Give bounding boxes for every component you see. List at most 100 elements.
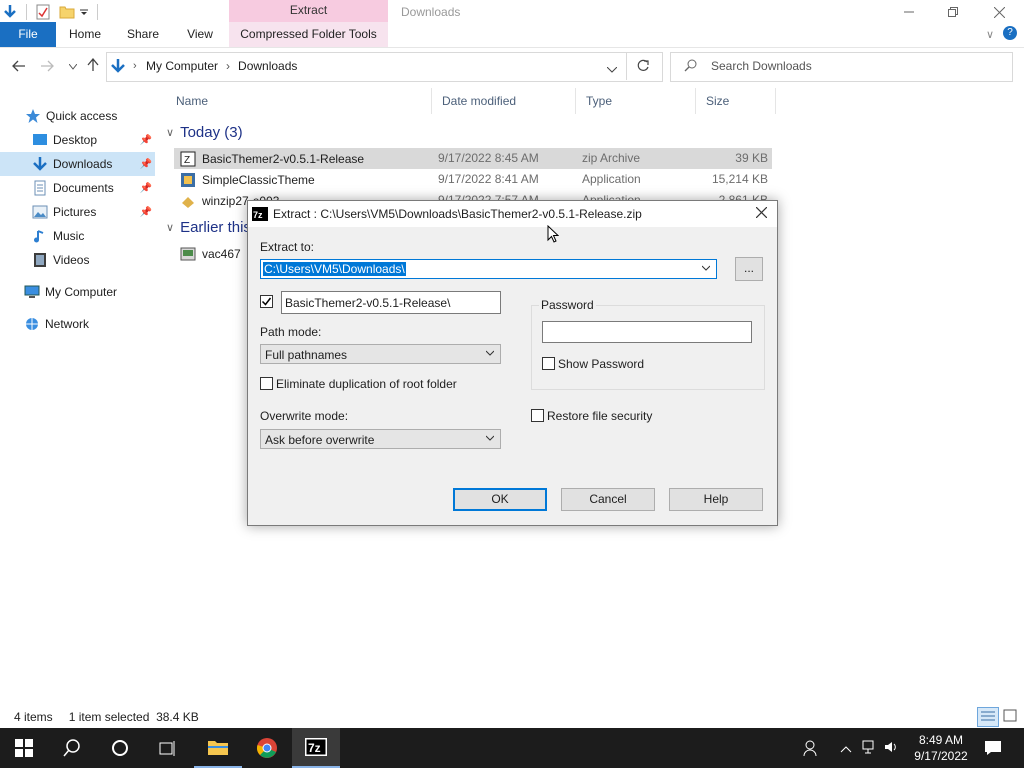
details-view-icon[interactable] — [977, 707, 999, 727]
expand-ribbon-icon[interactable]: ∨ — [986, 28, 994, 41]
people-icon[interactable] — [803, 739, 819, 760]
clock-time: 8:49 AM — [918, 733, 964, 747]
subfolder-value: BasicThemer2-v0.5.1-Release\ — [285, 296, 451, 310]
subfolder-checkbox[interactable] — [260, 295, 273, 308]
7zip-taskbar-button[interactable]: 7z — [292, 728, 340, 768]
cortana-button[interactable] — [96, 728, 144, 768]
refresh-icon[interactable] — [636, 59, 650, 76]
search-icon — [63, 739, 80, 757]
breadcrumb: My Computer › Downloads — [146, 59, 297, 73]
customize-qat-icon[interactable] — [79, 4, 89, 20]
application-icon — [180, 246, 196, 262]
sidebar-item-label: Pictures — [53, 205, 97, 219]
sidebar-item-downloads[interactable]: Downloads 📌 — [0, 152, 155, 176]
column-header-size[interactable]: Size — [696, 88, 776, 114]
tab-file[interactable]: File — [0, 22, 56, 47]
tab-share[interactable]: Share — [120, 22, 166, 47]
start-button[interactable] — [0, 728, 48, 768]
sidebar-item-label: Documents — [53, 181, 114, 195]
restore-icon — [948, 7, 958, 17]
column-headers: Name Date modified Type Size — [166, 88, 778, 114]
file-explorer-taskbar-button[interactable] — [194, 728, 242, 768]
installer-icon — [180, 193, 196, 209]
breadcrumb-item-my-computer[interactable]: My Computer — [146, 59, 218, 73]
taskbar-clock[interactable]: 8:49 AM 9/17/2022 — [906, 732, 976, 764]
desktop-icon — [32, 132, 48, 148]
task-view-icon — [159, 741, 175, 756]
restore-security-label: Restore file security — [547, 409, 653, 423]
group-header-today[interactable]: ∨ Today (3) — [166, 124, 243, 141]
notifications-icon[interactable] — [984, 740, 1002, 759]
file-date: 9/17/2022 8:41 AM — [438, 172, 539, 186]
browse-button[interactable]: ... — [735, 257, 763, 281]
help-icon[interactable]: ? — [1003, 26, 1017, 40]
file-row[interactable]: Z BasicThemer2-v0.5.1-Release 9/17/2022 … — [174, 148, 772, 169]
restore-security-checkbox[interactable] — [531, 409, 544, 422]
sidebar-item-documents[interactable]: Documents 📌 — [0, 176, 155, 200]
chrome-taskbar-button[interactable] — [243, 728, 291, 768]
dialog-title: Extract : C:\Users\VM5\Downloads\BasicTh… — [273, 207, 642, 221]
volume-icon[interactable] — [884, 740, 900, 757]
pin-icon: 📌 — [139, 182, 152, 194]
address-dropdown-icon[interactable] — [606, 62, 618, 76]
tab-view[interactable]: View — [178, 22, 222, 47]
file-row[interactable]: vac467 — [174, 243, 244, 264]
eliminate-duplication-checkbox[interactable] — [260, 377, 273, 390]
large-icons-view-icon[interactable] — [1000, 707, 1020, 725]
dialog-close-button[interactable] — [750, 204, 772, 224]
group-label: Earlier this — [180, 219, 251, 236]
restore-button[interactable] — [930, 0, 976, 24]
group-header-earlier[interactable]: ∨ Earlier this — [166, 219, 251, 236]
column-header-type[interactable]: Type — [576, 88, 696, 114]
task-view-button[interactable] — [144, 728, 192, 768]
ok-button[interactable]: OK — [453, 488, 547, 511]
sidebar-item-pictures[interactable]: Pictures 📌 — [0, 200, 155, 224]
cortana-icon — [112, 740, 128, 756]
help-button[interactable]: Help — [669, 488, 763, 511]
sidebar-item-videos[interactable]: Videos — [0, 248, 155, 272]
documents-icon — [32, 180, 48, 196]
path-mode-select[interactable]: Full pathnames — [260, 344, 501, 364]
subfolder-field[interactable]: BasicThemer2-v0.5.1-Release\ — [281, 291, 501, 314]
properties-icon[interactable] — [35, 4, 51, 20]
up-arrow-icon[interactable] — [84, 57, 102, 76]
pin-icon: 📌 — [139, 158, 152, 170]
forward-arrow-icon[interactable] — [38, 58, 56, 76]
new-folder-icon[interactable] — [59, 4, 75, 20]
network-tray-icon[interactable] — [862, 740, 878, 757]
password-input[interactable] — [542, 321, 752, 343]
chevron-up-icon[interactable] — [840, 742, 852, 756]
breadcrumb-item-downloads[interactable]: Downloads — [238, 59, 297, 73]
cancel-button[interactable]: Cancel — [561, 488, 655, 511]
file-name: vac467 — [202, 246, 241, 261]
password-group-label: Password — [539, 298, 596, 312]
sidebar-item-desktop[interactable]: Desktop 📌 — [0, 128, 155, 152]
status-bar: 4 items 1 item selected 38.4 KB — [14, 710, 199, 724]
tab-home[interactable]: Home — [62, 22, 108, 47]
back-arrow-icon[interactable] — [10, 58, 28, 76]
overwrite-mode-select[interactable]: Ask before overwrite — [260, 429, 501, 449]
sidebar-item-network[interactable]: Network — [0, 312, 155, 336]
search-button[interactable] — [48, 728, 96, 768]
sidebar-item-music[interactable]: Music — [0, 224, 155, 248]
sidebar-item-my-computer[interactable]: My Computer — [0, 280, 155, 304]
sidebar-item-quick-access[interactable]: Quick access — [0, 104, 155, 128]
context-tab-header: Extract — [229, 0, 388, 22]
column-header-name[interactable]: Name — [166, 88, 432, 114]
tab-compressed-folder-tools[interactable]: Compressed Folder Tools — [229, 22, 388, 47]
close-button[interactable] — [976, 0, 1022, 24]
file-row[interactable]: SimpleClassicTheme 9/17/2022 8:41 AM App… — [174, 169, 772, 190]
divider — [626, 52, 627, 80]
pin-icon: 📌 — [139, 206, 152, 218]
status-size: 38.4 KB — [156, 710, 199, 724]
download-arrow-icon[interactable] — [2, 4, 18, 20]
column-header-date[interactable]: Date modified — [432, 88, 576, 114]
minimize-button[interactable] — [886, 0, 932, 24]
recent-locations-icon[interactable] — [64, 58, 82, 76]
eliminate-duplication-label: Eliminate duplication of root folder — [276, 377, 457, 391]
show-password-checkbox[interactable] — [542, 357, 555, 370]
svg-text:Z: Z — [184, 155, 190, 166]
pictures-icon — [32, 204, 48, 220]
extract-to-combo[interactable]: C:\Users\VM5\Downloads\ — [260, 259, 717, 279]
close-icon — [755, 206, 767, 219]
